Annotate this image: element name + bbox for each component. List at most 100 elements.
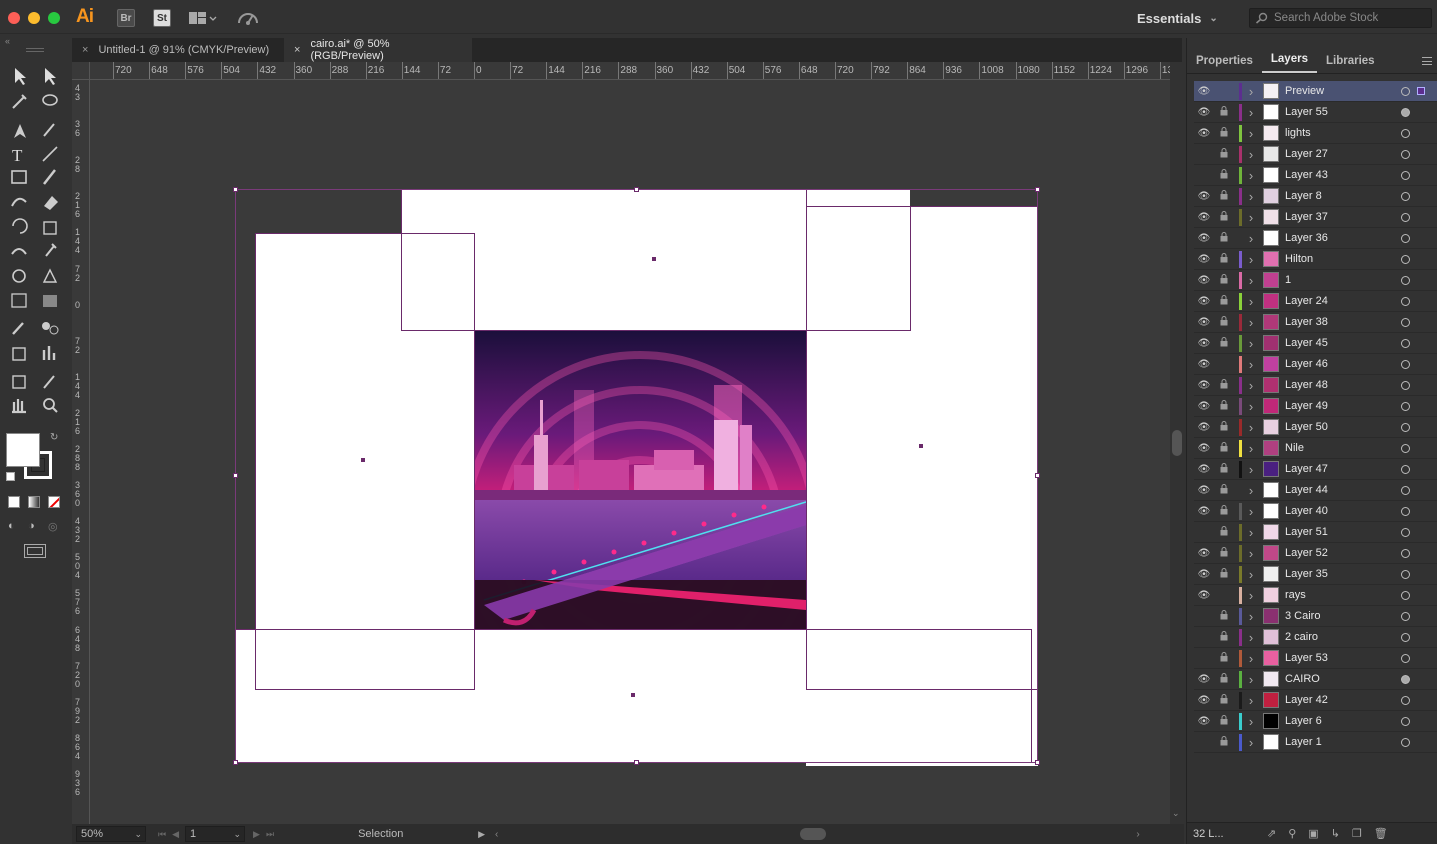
layer-name[interactable]: Layer 55 xyxy=(1285,106,1400,118)
layer-row[interactable]: 👁 › Layer 8 xyxy=(1194,186,1437,207)
resize-handle-right[interactable] xyxy=(1035,473,1040,478)
expand-chevron-icon[interactable]: › xyxy=(1242,105,1260,120)
lock-icon[interactable] xyxy=(1214,253,1234,265)
layer-target-icon[interactable] xyxy=(1401,338,1410,348)
layer-name[interactable]: Layer 46 xyxy=(1285,358,1400,370)
resize-handle-bottom-right[interactable] xyxy=(1035,760,1040,765)
selection-bounding-box[interactable] xyxy=(235,189,1038,763)
tab-untitled-1[interactable]: × Untitled-1 @ 91% (CMYK/Preview) xyxy=(72,38,284,62)
expand-chevron-icon[interactable]: › xyxy=(1242,504,1260,519)
expand-chevron-icon[interactable]: › xyxy=(1242,147,1260,162)
resize-handle-bottom[interactable] xyxy=(634,760,639,765)
layer-target-icon[interactable] xyxy=(1401,632,1410,642)
layer-target-icon[interactable] xyxy=(1401,401,1410,411)
artboard-number-field[interactable]: 1 ⌄ xyxy=(185,826,246,842)
lock-icon[interactable] xyxy=(1214,631,1234,643)
expand-chevron-icon[interactable]: › xyxy=(1242,294,1260,309)
layer-name[interactable]: Layer 49 xyxy=(1285,400,1400,412)
lock-icon[interactable] xyxy=(1214,379,1234,391)
close-window-button[interactable] xyxy=(8,12,20,24)
visibility-eye-icon[interactable]: 👁 xyxy=(1194,233,1214,244)
visibility-eye-icon[interactable]: 👁 xyxy=(1194,422,1214,433)
selection-indicator[interactable] xyxy=(1417,87,1425,95)
layer-name[interactable]: Layer 48 xyxy=(1285,379,1400,391)
expand-chevron-icon[interactable]: › xyxy=(1242,210,1260,225)
layer-row[interactable]: 👁 › Layer 47 xyxy=(1194,459,1437,480)
visibility-eye-icon[interactable]: 👁 xyxy=(1194,380,1214,391)
layer-target-icon[interactable] xyxy=(1401,233,1410,243)
tab-properties[interactable]: Properties xyxy=(1187,51,1262,73)
layer-target-icon[interactable] xyxy=(1401,380,1410,390)
lock-icon[interactable] xyxy=(1214,610,1234,622)
stock-button[interactable]: St xyxy=(153,9,171,27)
expand-chevron-icon[interactable]: › xyxy=(1242,735,1260,750)
layer-row[interactable]: 👁 › Layer 6 xyxy=(1194,711,1437,732)
draw-behind-icon[interactable]: ◑ xyxy=(28,520,35,532)
layer-name[interactable]: 1 xyxy=(1285,274,1400,286)
lock-icon[interactable] xyxy=(1214,274,1234,286)
visibility-eye-icon[interactable]: 👁 xyxy=(1194,695,1214,706)
layer-target-icon[interactable] xyxy=(1401,170,1410,180)
draw-inside-icon[interactable]: ◎ xyxy=(48,520,58,533)
expand-chevron-icon[interactable]: › xyxy=(1242,630,1260,645)
lock-icon[interactable] xyxy=(1214,232,1234,244)
layer-row[interactable]: 👁 › CAIRO xyxy=(1194,669,1437,690)
maximize-window-button[interactable] xyxy=(48,12,60,24)
lock-icon[interactable] xyxy=(1214,442,1234,454)
layer-name[interactable]: Layer 6 xyxy=(1285,715,1400,727)
layer-row[interactable]: 👁 › Layer 46 xyxy=(1194,354,1437,375)
tab-layers[interactable]: Layers xyxy=(1261,49,1317,73)
layer-name[interactable]: Preview xyxy=(1285,85,1400,97)
layer-name[interactable]: Layer 36 xyxy=(1285,232,1400,244)
expand-chevron-icon[interactable]: › xyxy=(1242,84,1260,99)
lock-icon[interactable] xyxy=(1214,715,1234,727)
previous-artboard-icon[interactable]: ◀ xyxy=(172,829,179,840)
layer-name[interactable]: Layer 47 xyxy=(1285,463,1400,475)
visibility-eye-icon[interactable]: 👁 xyxy=(1194,443,1214,454)
expand-chevron-icon[interactable]: › xyxy=(1242,336,1260,351)
layer-row[interactable]: 👁 › Layer 24 xyxy=(1194,291,1437,312)
layer-row[interactable]: 👁 › Layer 50 xyxy=(1194,417,1437,438)
layer-name[interactable]: Nile xyxy=(1285,442,1400,454)
lock-icon[interactable] xyxy=(1214,463,1234,475)
lock-icon[interactable] xyxy=(1214,400,1234,412)
layer-name[interactable]: Layer 52 xyxy=(1285,547,1400,559)
tab-libraries[interactable]: Libraries xyxy=(1317,51,1384,73)
lock-icon[interactable] xyxy=(1214,694,1234,706)
default-fill-stroke-icon[interactable] xyxy=(6,472,15,481)
resize-handle-top[interactable] xyxy=(634,187,639,192)
lock-icon[interactable] xyxy=(1214,316,1234,328)
lock-icon[interactable] xyxy=(1214,505,1234,517)
layer-row[interactable]: 👁 › Layer 45 xyxy=(1194,333,1437,354)
visibility-eye-icon[interactable]: 👁 xyxy=(1194,506,1214,517)
layer-target-icon[interactable] xyxy=(1401,107,1410,117)
layer-target-icon[interactable] xyxy=(1401,86,1410,96)
vertical-scroll-thumb[interactable] xyxy=(1172,430,1182,456)
expand-chevron-icon[interactable]: › xyxy=(1242,567,1260,582)
expand-chevron-icon[interactable]: › xyxy=(1242,441,1260,456)
visibility-eye-icon[interactable]: 👁 xyxy=(1194,128,1214,139)
visibility-eye-icon[interactable]: 👁 xyxy=(1194,86,1214,97)
new-sublayer-icon[interactable]: ↳ xyxy=(1331,827,1340,840)
layer-row[interactable]: 👁 › Preview xyxy=(1194,81,1437,102)
layer-target-icon[interactable] xyxy=(1401,611,1410,621)
layer-target-icon[interactable] xyxy=(1401,212,1410,222)
layer-target-icon[interactable] xyxy=(1401,317,1410,327)
expand-chevron-icon[interactable]: › xyxy=(1242,168,1260,183)
toolbar-grip[interactable] xyxy=(26,48,44,52)
layer-name[interactable]: Layer 27 xyxy=(1285,148,1400,160)
layer-target-icon[interactable] xyxy=(1401,737,1410,747)
layer-row[interactable]: 👁 › lights xyxy=(1194,123,1437,144)
layer-name[interactable]: Layer 53 xyxy=(1285,652,1400,664)
layer-target-icon[interactable] xyxy=(1401,695,1410,705)
minimize-window-button[interactable] xyxy=(28,12,40,24)
lock-icon[interactable] xyxy=(1214,526,1234,538)
layer-row[interactable]: 👁 › Nile xyxy=(1194,438,1437,459)
screen-mode-icon[interactable] xyxy=(24,544,46,558)
draw-normal-icon[interactable]: ◐ xyxy=(8,520,15,532)
layer-row[interactable]: › Layer 27 xyxy=(1194,144,1437,165)
locate-object-icon[interactable]: ⚲ xyxy=(1288,827,1296,840)
status-menu-icon[interactable]: ▶ xyxy=(478,829,485,840)
layer-target-icon[interactable] xyxy=(1401,464,1410,474)
trash-icon[interactable]: 🗑 xyxy=(1374,827,1388,840)
